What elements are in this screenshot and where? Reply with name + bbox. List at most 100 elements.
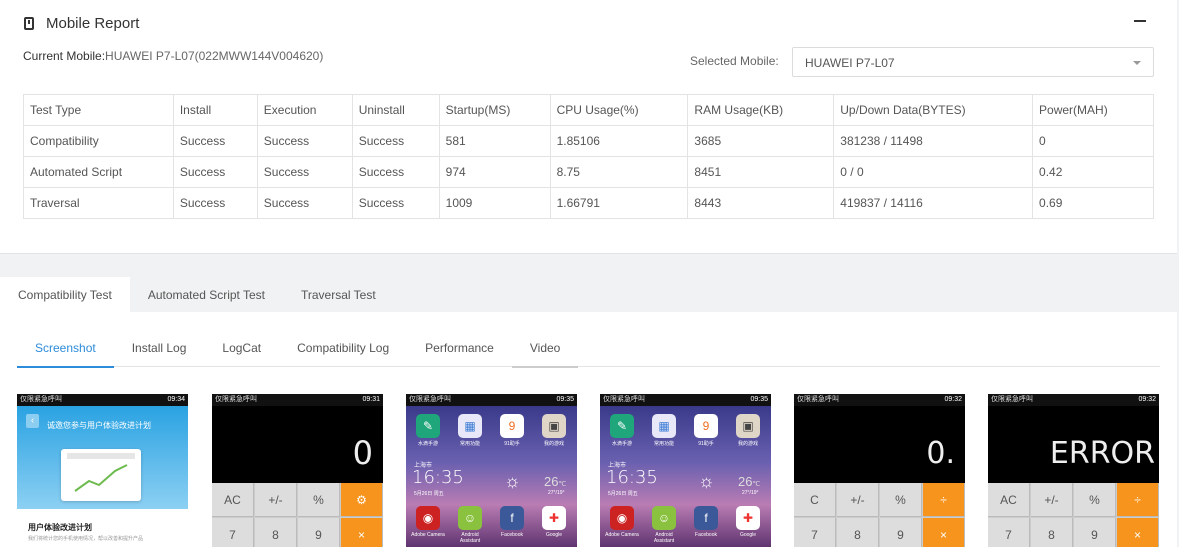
table-cell: 381238 / 11498 xyxy=(833,125,1034,157)
collapse-icon[interactable] xyxy=(1134,20,1146,22)
table-cell: 1009 xyxy=(438,187,551,219)
subtab-compatibility-log[interactable]: Compatibility Log xyxy=(279,334,407,367)
table-row: Automated Script Success Success Success… xyxy=(23,156,1154,188)
column-header: Install xyxy=(172,94,258,126)
column-header: Execution xyxy=(256,94,353,126)
app-label: 常用功能 xyxy=(653,441,674,447)
chart-board-icon xyxy=(61,449,141,501)
table-cell: Success xyxy=(256,125,353,157)
app-label: Android Assistant xyxy=(459,532,481,544)
report-title: Mobile Report xyxy=(46,14,140,32)
plan-title: 用户体验改进计划 xyxy=(28,523,92,532)
subtab-screenshot[interactable]: Screenshot xyxy=(17,334,114,368)
weather-temp: 26℃ xyxy=(738,474,760,489)
table-cell: 1.66791 xyxy=(549,187,689,219)
status-time: 09:34 xyxy=(167,396,185,403)
app-icon: ✎ xyxy=(610,414,634,438)
calc-key: 8 xyxy=(837,518,879,547)
table-cell: Automated Script xyxy=(23,156,174,188)
screenshot-thumbnail[interactable]: 仅限紧急呼叫 09:32 0. C +/- % ÷ 7 8 9 × xyxy=(794,394,965,547)
weather-range: 27°/19° xyxy=(742,490,759,496)
subtab-logcat[interactable]: LogCat xyxy=(204,334,279,367)
table-cell: Success xyxy=(172,125,258,157)
subtab-video[interactable]: Video xyxy=(511,334,579,368)
app-label: 常用功能 xyxy=(459,441,480,447)
app-icon: ▦ xyxy=(652,414,676,438)
plan-subtitle: 我们将统计您的手机使用情况，帮以改善和提升产品 xyxy=(28,536,144,542)
screenshot-thumbnail[interactable]: 仅限紧急呼叫 09:35 ✎ ▦ 9 ▣ 水滴手游 常用功能 91助手 我的游戏 … xyxy=(600,394,771,547)
gear-icon: ⚙ xyxy=(341,483,383,517)
screenshot-thumbnail[interactable]: 仅限紧急呼叫 09:32 ERROR AC +/- % ÷ 7 8 9 × xyxy=(988,394,1159,547)
tab-automated-script-test[interactable]: Automated Script Test xyxy=(130,277,283,312)
app-label: 我的游戏 xyxy=(543,441,564,447)
status-time: 09:31 xyxy=(362,396,380,403)
table-cell: Success xyxy=(172,156,258,188)
calc-key: × xyxy=(341,518,383,547)
app-label: Facebook xyxy=(501,532,523,538)
table-cell: Success xyxy=(351,125,440,157)
app-icon: 9 xyxy=(500,414,524,438)
table-cell: Compatibility xyxy=(23,125,174,157)
status-time: 09:32 xyxy=(944,396,962,403)
mobile-phone-icon xyxy=(24,16,34,30)
app-icon: ▣ xyxy=(736,414,760,438)
tab-traversal-test[interactable]: Traversal Test xyxy=(283,277,394,312)
app-label: 我的游戏 xyxy=(737,441,758,447)
app-label: Google xyxy=(739,532,757,538)
subtab-install-log[interactable]: Install Log xyxy=(114,334,205,367)
calc-key: 8 xyxy=(255,518,297,547)
status-time: 09:32 xyxy=(1138,396,1156,403)
calc-key: AC xyxy=(212,483,254,517)
app-label: 水滴手游 xyxy=(417,441,438,447)
screenshot-thumbnail[interactable]: 仅限紧急呼叫 09:31 0 AC +/- % ⚙ 7 8 9 × xyxy=(212,394,383,547)
column-header: Up/Down Data(BYTES) xyxy=(833,94,1034,126)
calc-key: 9 xyxy=(1074,518,1116,547)
table-row: Compatibility Success Success Success 58… xyxy=(23,125,1154,157)
results-table: Test Type Install Execution Uninstall St… xyxy=(23,94,1154,219)
status-bar: 仅限紧急呼叫 09:31 xyxy=(212,394,383,406)
table-cell: Success xyxy=(351,156,440,188)
calc-key: +/- xyxy=(837,483,879,517)
table-cell: 8443 xyxy=(687,187,835,219)
selected-mobile-label: Selected Mobile: xyxy=(690,54,779,68)
facebook-icon: f xyxy=(694,506,718,530)
table-cell: 0 xyxy=(1032,125,1154,157)
selected-mobile-value: HUAWEI P7-L07 xyxy=(805,56,895,70)
status-text: 仅限紧急呼叫 xyxy=(215,396,257,403)
current-mobile-label: Current Mobile: xyxy=(23,49,106,63)
screenshot-thumbnail[interactable]: 仅限紧急呼叫 09:35 ✎ ▦ 9 ▣ 水滴手游 常用功能 91助手 我的游戏 … xyxy=(406,394,577,547)
app-label: Adobe Camera xyxy=(411,532,445,538)
tab-compatibility-test[interactable]: Compatibility Test xyxy=(0,277,130,312)
table-cell: 8451 xyxy=(687,156,835,188)
clock-widget: 16:35 xyxy=(412,467,464,488)
app-label: 水滴手游 xyxy=(611,441,632,447)
app-icon: ✎ xyxy=(416,414,440,438)
app-icon: ◉ xyxy=(610,506,634,530)
calc-key: % xyxy=(1074,483,1116,517)
app-label: Android Assistant xyxy=(653,532,675,544)
calc-key: % xyxy=(880,483,922,517)
screenshot-thumbnail[interactable]: 仅限紧急呼叫 09:34 ‹ 诚邀您参与用户体验改进计划 用户体验改进计划 我们将… xyxy=(17,394,188,547)
app-label: Adobe Camera xyxy=(605,532,639,538)
table-cell: Success xyxy=(256,156,353,188)
calc-key: C xyxy=(794,483,836,517)
calc-key: +/- xyxy=(255,483,297,517)
calc-key: +/- xyxy=(1031,483,1073,517)
status-text: 仅限紧急呼叫 xyxy=(991,396,1033,403)
app-icon: ◉ xyxy=(416,506,440,530)
calc-key: × xyxy=(923,518,965,547)
weather-temp: 26℃ xyxy=(544,474,566,489)
clock-widget: 16:35 xyxy=(606,467,658,488)
app-label: 91助手 xyxy=(698,441,714,447)
temperature-value: 26 xyxy=(544,474,559,489)
calculator-display: 0 xyxy=(212,406,383,483)
selected-mobile-select[interactable]: HUAWEI P7-L07 xyxy=(792,47,1154,77)
subtab-performance[interactable]: Performance xyxy=(407,334,512,367)
app-label: Facebook xyxy=(695,532,717,538)
table-cell: 419837 / 14116 xyxy=(833,187,1034,219)
table-cell: 3685 xyxy=(687,125,835,157)
calc-key: 8 xyxy=(1031,518,1073,547)
sub-tabs: Screenshot Install Log LogCat Compatibil… xyxy=(17,334,1160,368)
column-header: RAM Usage(KB) xyxy=(687,94,835,126)
status-bar: 仅限紧急呼叫 09:35 xyxy=(600,394,771,406)
